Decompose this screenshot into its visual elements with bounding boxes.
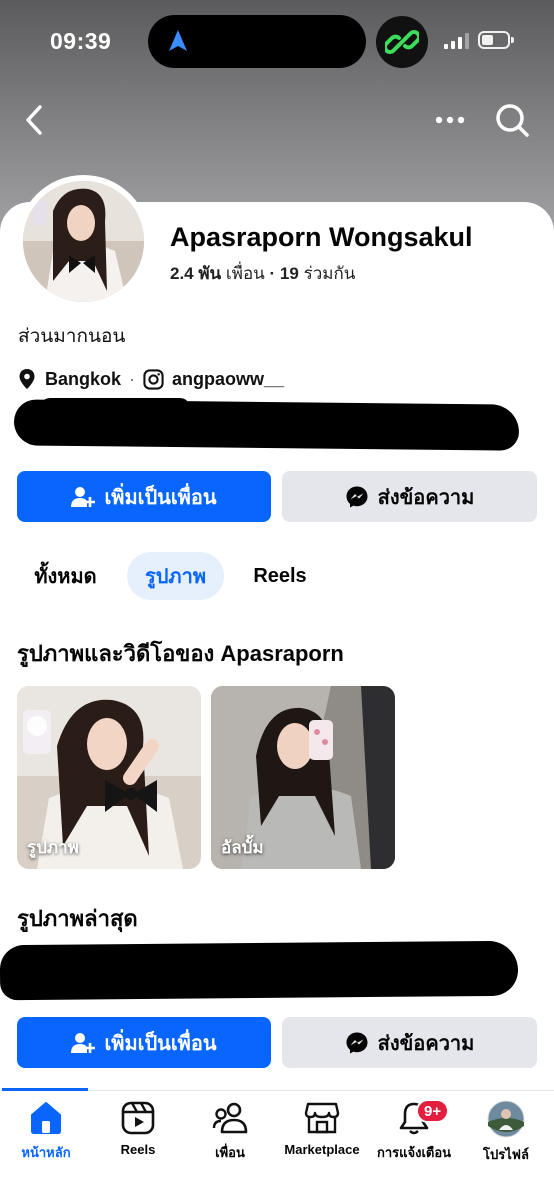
notification-badge: 9+ [416,1099,450,1123]
message-label: ส่งข้อความ [377,1032,475,1055]
nav-friends-label: เพื่อน [215,1145,245,1160]
nav-marketplace-label: Marketplace [284,1142,360,1157]
album-tile-label: อัลบั้ม [221,838,264,857]
message-button[interactable]: ส่งข้อความ [282,471,537,522]
reels-icon [121,1101,155,1135]
friends-label: เพื่อน [225,264,265,283]
tab-reels[interactable]: Reels [238,552,322,600]
active-nav-indicator [2,1088,88,1091]
search-button[interactable] [490,98,534,142]
more-button[interactable] [430,100,470,140]
back-button[interactable] [14,100,54,140]
nav-reels-label: Reels [120,1142,156,1157]
nav-profile-label: โปรไฟล์ [483,1147,529,1162]
stats-separator: · [269,264,276,283]
profile-avatar-icon [487,1100,525,1138]
mutual-count: 19 [279,264,299,283]
instagram-link[interactable]: angpaoww__ [172,369,284,390]
add-friend-button[interactable]: เพิ่มเป็นเพื่อน [17,471,271,522]
location-pin-icon [19,369,35,389]
island-app-icon [376,16,428,68]
add-friend-button-bottom[interactable]: เพิ่มเป็นเพื่อน [17,1017,271,1068]
profile-bio: ส่วนมากนอน [18,326,126,347]
redacted-area [0,940,519,1001]
tab-photos[interactable]: รูปภาพ [127,552,224,600]
marketplace-icon [304,1102,340,1134]
chevron-left-icon [26,105,42,135]
profile-stats[interactable]: 2.4 พัน เพื่อน · 19 ร่วมกัน [170,260,355,287]
photos-tile[interactable]: รูปภาพ [17,686,201,869]
dynamic-island [148,15,366,68]
profile-avatar[interactable] [23,181,144,302]
profile-name: Apasraporn Wongsakul [170,222,473,252]
nav-home[interactable]: หน้าหลัก [0,1100,92,1163]
more-dots-icon [435,116,465,124]
photos-section-title: รูปภาพและวิดีโอของ Apasraporn [17,641,344,666]
search-icon [496,104,529,137]
navigation-arrow-icon [169,30,187,51]
status-time: 09:39 [50,28,112,54]
add-friend-label: เพิ่มเป็นเพื่อน [104,1032,217,1055]
nav-marketplace[interactable]: Marketplace [276,1100,368,1157]
instagram-icon [143,368,164,390]
message-label: ส่งข้อความ [377,486,475,509]
nav-profile[interactable]: โปรไฟล์ [460,1100,552,1165]
signal-icon [444,33,469,49]
message-button-bottom[interactable]: ส่งข้อความ [282,1017,537,1068]
redacted-area-edge [40,398,190,418]
album-tile[interactable]: อัลบั้ม [211,686,395,869]
profile-details: Bangkok · angpaoww__ [18,368,284,390]
mutual-label: ร่วมกัน [303,264,356,283]
nav-notifications-label: การแจ้งเตือน [376,1145,452,1160]
nav-friends[interactable]: เพื่อน [184,1100,276,1163]
nav-home-label: หน้าหลัก [21,1145,71,1160]
tab-all[interactable]: ทั้งหมด [18,552,113,600]
nav-reels[interactable]: Reels [92,1100,184,1157]
photos-tile-label: รูปภาพ [27,838,79,857]
messenger-icon [346,1032,368,1053]
add-friend-label: เพิ่มเป็นเพื่อน [104,486,217,509]
recent-section-title: รูปภาพล่าสุด [17,906,138,931]
location-text: Bangkok [45,368,122,389]
friends-icon [212,1102,248,1134]
friends-count: 2.4 พัน [170,264,222,283]
add-friend-icon [71,1032,96,1053]
meta-separator: · [129,368,136,389]
add-friend-icon [71,486,96,507]
home-icon [31,1102,61,1134]
messenger-icon [346,486,368,507]
battery-icon [478,31,514,49]
